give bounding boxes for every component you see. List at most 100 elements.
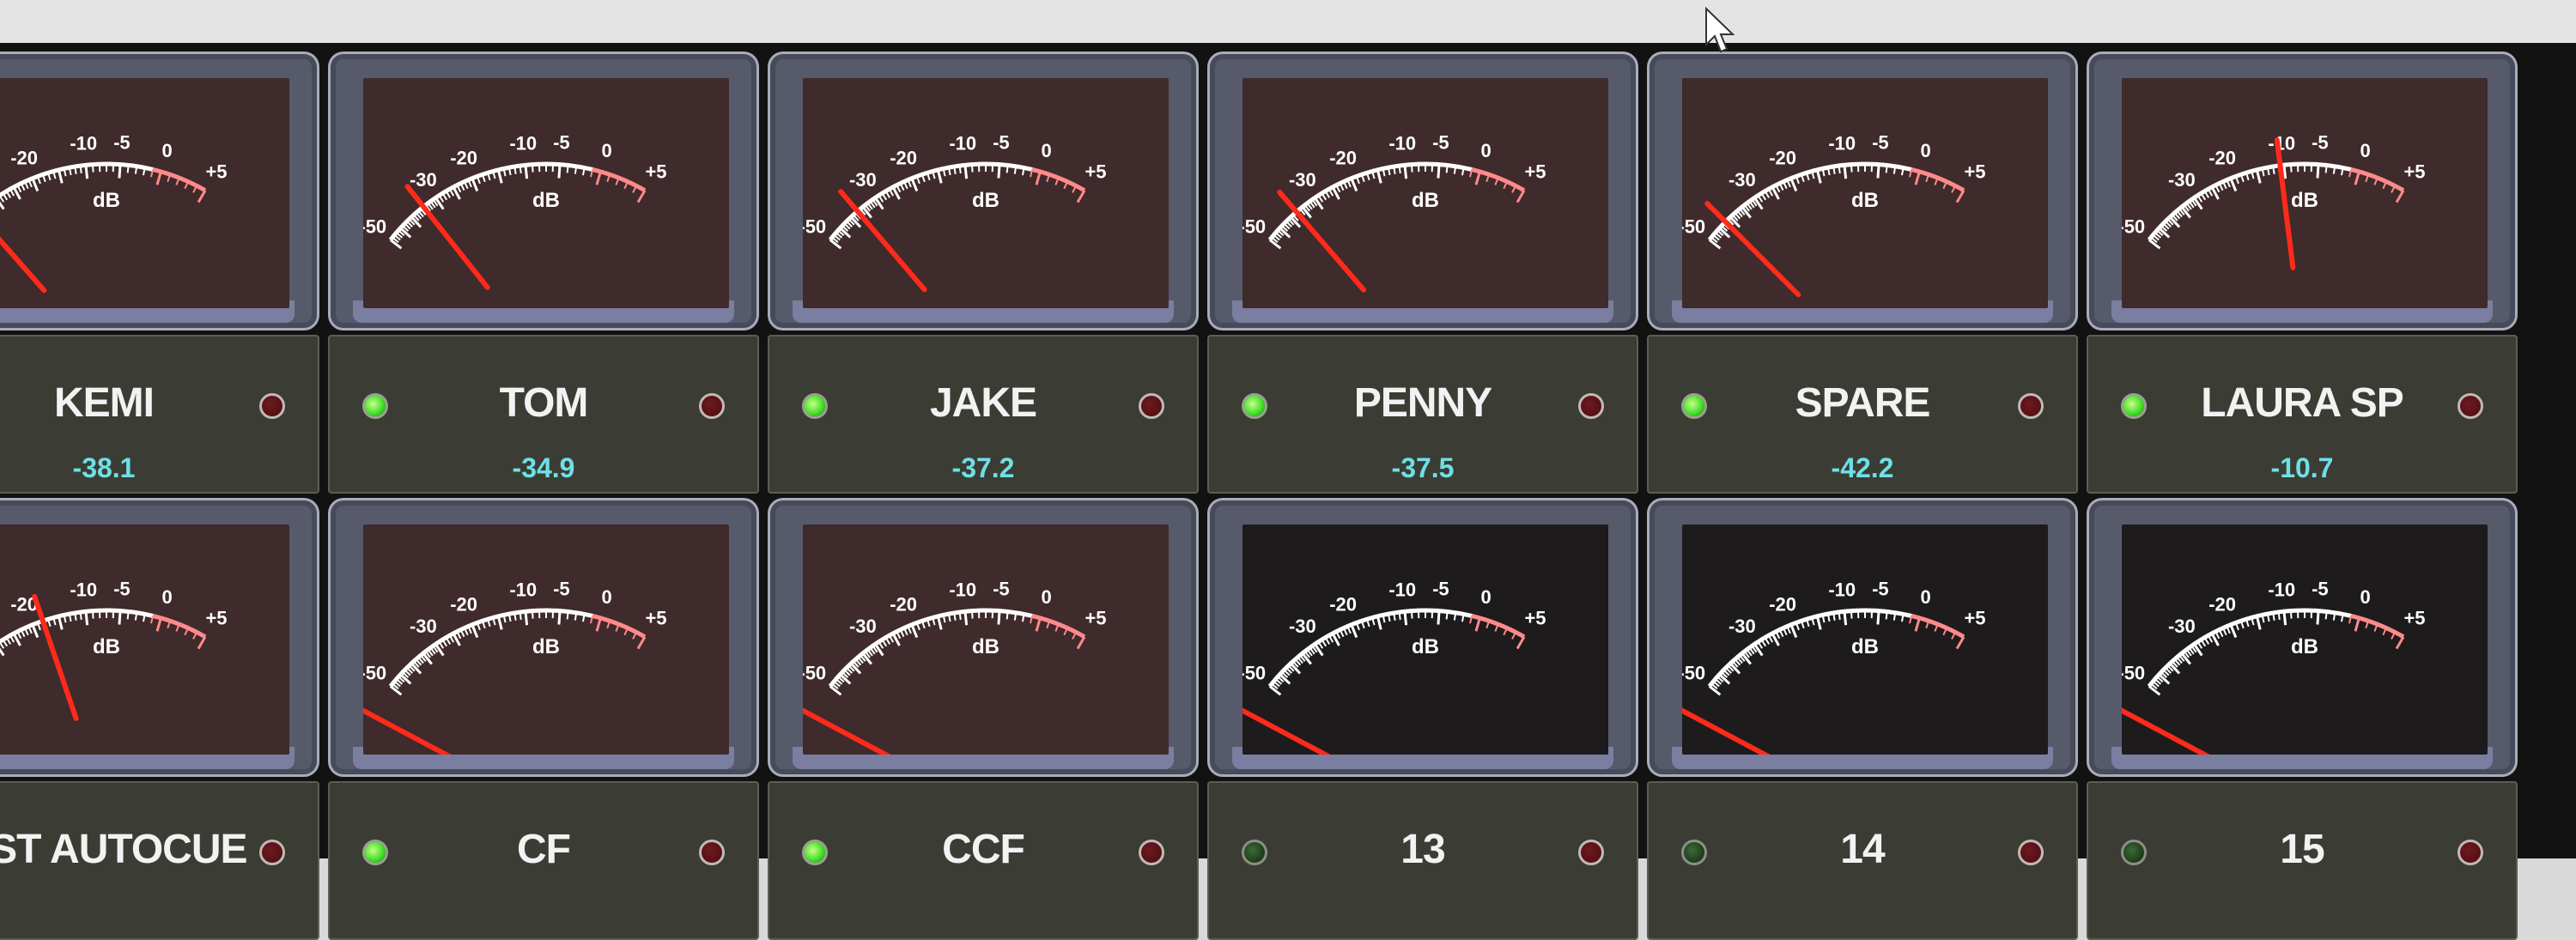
channel-active-led-icon[interactable]: [802, 840, 828, 865]
scale-tick: [1412, 165, 1413, 173]
channel-name: LAURA SP: [2148, 379, 2456, 427]
channel-clip-led-icon[interactable]: [259, 393, 285, 419]
channel-name: 15: [2148, 826, 2456, 873]
scale-label: 0: [1041, 586, 1051, 608]
scale-tick: [965, 611, 967, 625]
channel-active-led-icon[interactable]: [1242, 393, 1267, 419]
meter-face: -50-30-20-10-50+5dB: [0, 78, 289, 308]
db-unit-label: dB: [1412, 635, 1439, 658]
scale-label: -10: [1828, 579, 1856, 600]
scale-label: -30: [2168, 616, 2196, 637]
scale-tick: [575, 613, 576, 621]
channel-strip: -50-30-20-10-50+5dBTOM-34.9: [328, 52, 759, 494]
channel-clip-led-icon[interactable]: [2458, 393, 2483, 419]
channel-clip-led-icon[interactable]: [2018, 840, 2044, 865]
scale-tick: [498, 616, 501, 630]
scale-arc: [0, 610, 153, 686]
scale-tick: [2231, 625, 2236, 638]
channel-strip: -50-30-20-10-50+5dB14: [1647, 498, 2078, 940]
scale-label: +5: [1524, 161, 1546, 182]
scale-label: -5: [2312, 132, 2329, 154]
channel-name: 13: [1269, 826, 1577, 873]
channel-clip-led-icon[interactable]: [699, 393, 725, 419]
scale-label: +5: [2403, 161, 2425, 182]
scale-label: -20: [890, 148, 917, 169]
channel-clip-led-icon[interactable]: [2018, 393, 2044, 419]
scale-label: -50: [803, 215, 826, 237]
scale-tick: [1957, 191, 1964, 203]
scale-tick: [1447, 165, 1448, 173]
scale-tick: [81, 166, 82, 173]
scale-tick: [75, 613, 76, 621]
vu-meter: -50-30-20-10-50+5dB: [328, 498, 759, 777]
meter-face: -50-30-20-10-50+5dB: [803, 78, 1169, 308]
scale-tick: [119, 165, 120, 179]
channel-strip: -50-30-20-10-50+5dBLAURA SP-10.7: [2087, 52, 2518, 494]
scale-tick: [1851, 611, 1852, 619]
meter-scale: -50-30-20-10-50+5dB: [2122, 525, 2488, 755]
scale-label: -5: [1872, 132, 1889, 154]
scale-tick: [559, 165, 560, 179]
scale-label: 0: [2360, 586, 2370, 608]
channel-clip-led-icon[interactable]: [2458, 840, 2483, 865]
vu-meter: -50-30-20-10-50+5dB: [2087, 52, 2518, 331]
scale-tick: [1791, 179, 1796, 191]
meter-needle: [1242, 703, 1342, 755]
scale-tick: [1886, 165, 1887, 173]
vu-meter: -50-30-20-10-50+5dB: [768, 52, 1199, 331]
scale-tick: [81, 612, 82, 620]
channel-clip-led-icon[interactable]: [1139, 393, 1164, 419]
channel-active-led-icon[interactable]: [802, 393, 828, 419]
scale-tick: [965, 165, 967, 179]
scale-tick: [1894, 167, 1895, 174]
scale-label: -10: [1388, 132, 1416, 154]
meter-scale: -50-30-20-10-50+5dB: [1682, 525, 2048, 755]
meter-needle: [0, 194, 44, 291]
channel-level-readout: -37.5: [1209, 452, 1637, 484]
scale-tick: [1817, 170, 1820, 184]
channel-strip: -50-30-20-10-50+5dB15: [2087, 498, 2518, 940]
scale-label: -5: [993, 579, 1010, 600]
channel-active-led-icon[interactable]: [2121, 393, 2147, 419]
meter-face: -50-30-20-10-50+5dB: [803, 525, 1169, 755]
channel-active-led-icon[interactable]: [1681, 840, 1707, 865]
scale-tick: [1878, 611, 1879, 625]
scale-label: 0: [1480, 140, 1491, 161]
channel-clip-led-icon[interactable]: [259, 840, 285, 865]
meter-needle: [2122, 703, 2221, 755]
scale-tick: [136, 167, 137, 174]
scale-tick: [0, 196, 3, 203]
scale-label: -50: [1682, 662, 1705, 683]
meter-needle: [1707, 203, 1798, 294]
vu-meter: -50-30-20-10-50+5dB: [1647, 52, 2078, 331]
channel-active-led-icon[interactable]: [362, 840, 388, 865]
vu-meter: -50-30-20-10-50+5dB: [2087, 498, 2518, 777]
channel-panel: JAKE-37.2: [768, 335, 1199, 494]
channel-active-led-icon[interactable]: [1242, 840, 1267, 865]
vu-meter: -50-30-20-10-50+5dB: [1647, 498, 2078, 777]
vu-meter: -50-30-20-10-50+5dB: [768, 498, 1199, 777]
scale-label: -50: [1242, 215, 1266, 237]
scale-label: -10: [949, 579, 976, 600]
scale-label: +5: [645, 161, 666, 182]
db-unit-label: dB: [2291, 635, 2318, 658]
meter-face: -50-30-20-10-50+5dB: [2122, 525, 2488, 755]
channel-active-led-icon[interactable]: [362, 393, 388, 419]
meter-face: -50-30-20-10-50+5dB: [1242, 525, 1608, 755]
scale-arc: [0, 164, 153, 240]
db-unit-label: dB: [1851, 635, 1879, 658]
scale-tick: [514, 613, 515, 621]
channel-clip-led-icon[interactable]: [699, 840, 725, 865]
meter-needle: [803, 703, 902, 755]
scale-tick: [136, 613, 137, 621]
scale-tick: [1447, 611, 1448, 619]
scale-tick: [912, 625, 917, 638]
channel-clip-led-icon[interactable]: [1578, 840, 1604, 865]
scale-tick: [1036, 172, 1040, 185]
channel-active-led-icon[interactable]: [2121, 840, 2147, 865]
db-unit-label: dB: [93, 189, 120, 212]
channel-active-led-icon[interactable]: [1681, 393, 1707, 419]
channel-clip-led-icon[interactable]: [1139, 840, 1164, 865]
channel-clip-led-icon[interactable]: [1578, 393, 1604, 419]
scale-tick: [2334, 167, 2335, 174]
